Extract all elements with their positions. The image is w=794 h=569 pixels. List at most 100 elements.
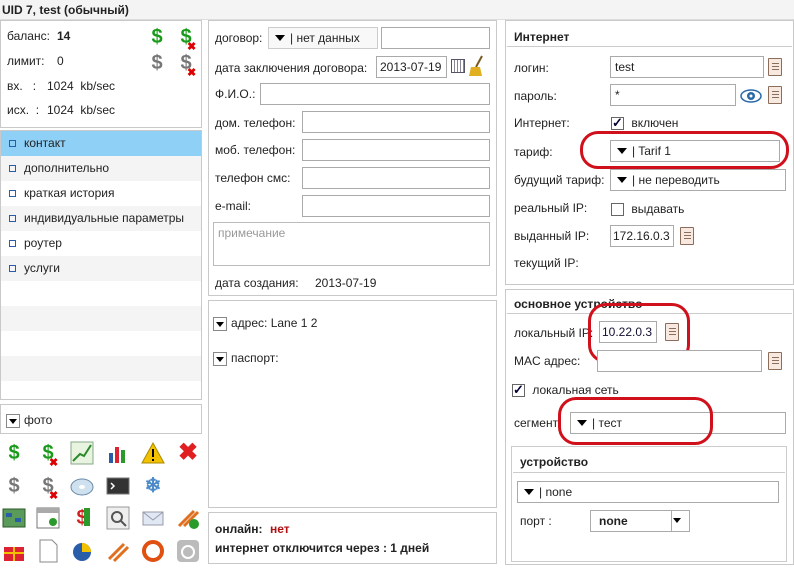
nav-item-additional[interactable]: дополнительно — [1, 156, 201, 181]
dollar-gray-icon[interactable]: $ — [145, 51, 169, 75]
real-ip-checkbox[interactable]: выдавать — [611, 202, 685, 217]
refresh-icon[interactable] — [141, 539, 165, 563]
passport-toggle[interactable]: паспорт: — [213, 351, 279, 366]
port-label: порт : — [520, 514, 552, 528]
warning-icon[interactable] — [141, 441, 165, 465]
contract-date-label: дата заключения договора: — [215, 61, 368, 75]
mobile-phone-input[interactable] — [302, 139, 490, 161]
tools-icon[interactable] — [106, 539, 130, 563]
address-toggle[interactable]: адрес: Lane 1 2 — [213, 316, 317, 331]
disconnect-info: интернет отключится через : 1 дней — [215, 541, 430, 555]
real-ip-label: реальный IP: — [514, 201, 588, 215]
future-tariff-select[interactable]: | не переводить — [610, 169, 786, 191]
gift-icon[interactable] — [2, 539, 26, 563]
nav-item-router[interactable]: роутер — [1, 231, 201, 256]
local-net-checkbox[interactable]: локальная сеть — [512, 382, 619, 398]
password-label: пароль: — [514, 89, 557, 103]
calendar-icon[interactable] — [451, 59, 465, 73]
status-panel — [208, 512, 497, 564]
issued-ip-input[interactable]: 172.16.0.3 — [610, 225, 674, 247]
contract-select[interactable]: | нет данных — [268, 27, 378, 49]
bar-chart-icon[interactable] — [106, 441, 130, 465]
search-icon[interactable] — [106, 506, 130, 530]
copy-login-icon[interactable] — [768, 58, 782, 76]
in-speed-value: 1024 kb/sec — [47, 79, 116, 93]
mac-input[interactable] — [597, 350, 762, 372]
home-phone-input[interactable] — [302, 111, 490, 133]
tools-add-icon[interactable] — [176, 506, 200, 530]
fio-input[interactable] — [260, 83, 490, 105]
mobile-phone-label: моб. телефон: — [215, 143, 296, 157]
copy-mac-icon[interactable] — [768, 352, 782, 370]
checkbox-unchecked — [611, 203, 624, 217]
document-icon[interactable] — [36, 539, 60, 563]
pie-chart-icon[interactable] — [70, 539, 94, 563]
password-input[interactable]: * — [610, 84, 736, 106]
delete-icon[interactable]: ✖ — [176, 441, 200, 465]
local-ip-label: локальный IP: — [514, 326, 594, 340]
payment-cancel-icon[interactable]: $ ✖ — [36, 441, 60, 469]
dollar-remove-icon[interactable]: $ ✖ — [174, 25, 198, 53]
note-textarea[interactable]: примечание — [213, 222, 490, 266]
broom-clear-icon[interactable] — [468, 55, 486, 77]
envelope-icon[interactable] — [141, 506, 165, 530]
home-phone-label: дом. телефон: — [215, 116, 296, 130]
payment-icon[interactable]: $ — [2, 441, 26, 465]
chart-growth-icon[interactable] — [70, 441, 94, 465]
segment-label: сегмент: — [514, 416, 562, 430]
photo-toggle[interactable]: фото — [6, 413, 52, 428]
nav-item-label: индивидуальные параметры — [24, 211, 185, 225]
expand-arrow-icon — [213, 316, 227, 331]
out-speed-value: 1024 kb/sec — [47, 103, 116, 117]
port-select-value: none — [599, 514, 628, 528]
sub-device-title: устройство — [520, 455, 589, 469]
nav-item-services[interactable]: услуги — [1, 256, 201, 281]
divider — [513, 472, 785, 473]
disk-icon[interactable] — [70, 474, 94, 498]
nav-empty-row — [1, 306, 201, 331]
payment-gray-cancel-icon[interactable]: $ ✖ — [36, 474, 60, 502]
nav-item-label: дополнительно — [24, 161, 110, 175]
payment-gray-icon[interactable]: $ — [2, 474, 26, 498]
limit-label: лимит: — [7, 54, 45, 68]
tariff-label: тариф: — [514, 145, 553, 159]
contract-label: договор: — [215, 31, 263, 45]
port-select[interactable]: none — [590, 510, 690, 532]
real-ip-check-label: выдавать — [631, 202, 685, 216]
window-settings-icon[interactable] — [36, 506, 60, 530]
snowflake-icon[interactable]: ❄ — [141, 474, 165, 498]
internet-enabled-checkbox[interactable]: включен — [611, 115, 678, 131]
copy-ip-icon[interactable] — [680, 227, 694, 245]
balance-label: баланс: — [7, 29, 50, 43]
nav-empty-row — [1, 356, 201, 381]
nav-item-params[interactable]: индивидуальные параметры — [1, 206, 201, 231]
address-panel — [208, 300, 497, 508]
expand-arrow-icon — [6, 413, 20, 428]
current-ip-label: текущий IP: — [514, 256, 579, 270]
internet-section-title: Интернет — [514, 30, 570, 44]
email-input[interactable] — [302, 195, 490, 217]
future-tariff-label: будущий тариф: — [514, 173, 605, 187]
online-value: нет — [270, 522, 290, 536]
contract-date-input[interactable]: 2013-07-19 — [376, 56, 447, 78]
dollar-report-icon[interactable]: $ — [70, 506, 94, 530]
sms-phone-input[interactable] — [302, 167, 490, 189]
nav-item-label: краткая история — [24, 186, 115, 200]
power-icon[interactable] — [176, 539, 200, 563]
sub-device-select[interactable]: | none — [517, 481, 779, 503]
login-label: логин: — [514, 61, 549, 75]
network-map-icon[interactable] — [2, 506, 26, 530]
limit-value: 0 — [57, 54, 64, 68]
show-password-eye-icon[interactable] — [740, 86, 762, 106]
dollar-icon[interactable]: $ — [145, 25, 169, 49]
passport-label: паспорт: — [231, 351, 279, 365]
copy-password-icon[interactable] — [768, 86, 782, 104]
dollar-gray-remove-icon[interactable]: $ ✖ — [174, 51, 198, 79]
terminal-icon[interactable] — [106, 474, 130, 498]
photo-label: фото — [24, 413, 53, 427]
contract-number-input[interactable] — [381, 27, 490, 49]
nav-item-contact[interactable]: контакт — [1, 131, 201, 156]
login-input[interactable]: test — [610, 56, 764, 78]
highlight-segment — [558, 397, 713, 445]
nav-item-history[interactable]: краткая история — [1, 181, 201, 206]
